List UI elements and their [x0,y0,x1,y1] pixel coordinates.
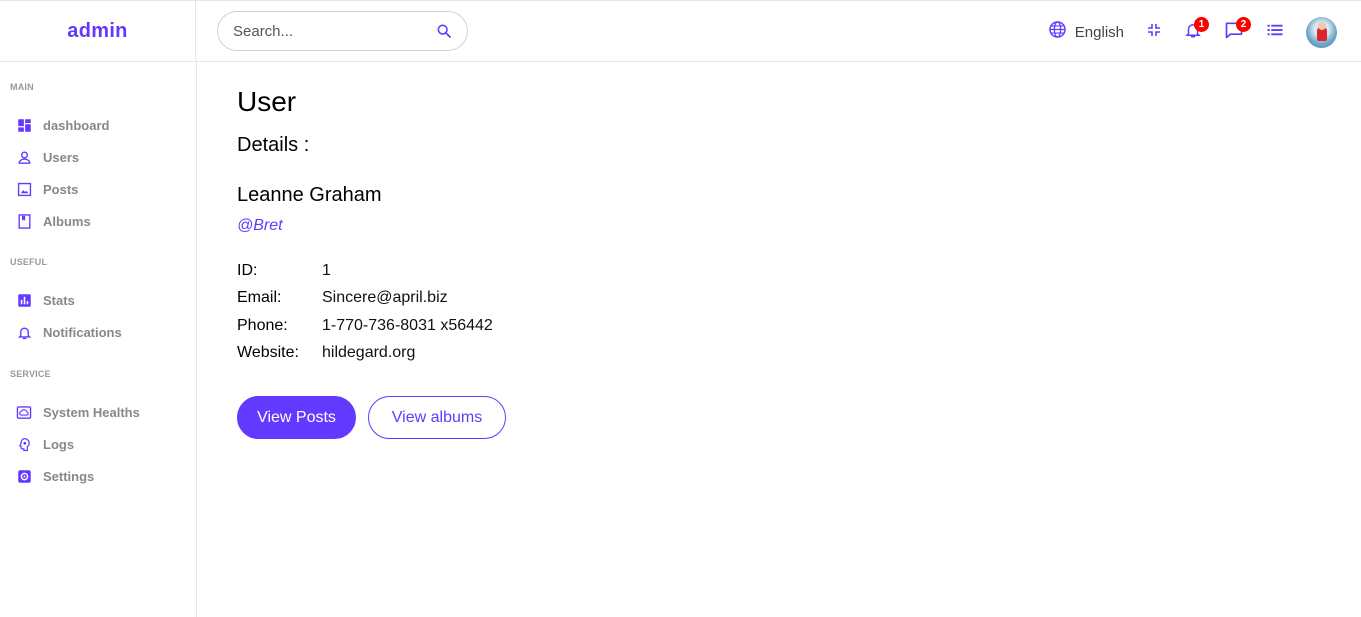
sidebar-item-label: Posts [43,181,79,197]
globe-icon [1048,20,1067,44]
notifications-badge: 1 [1194,17,1209,32]
detail-key: Website: [237,344,299,361]
sidebar-item-system-healths[interactable]: System Healths [16,402,140,422]
language-label: English [1074,23,1124,41]
detail-row-id: ID: 1 [237,262,331,280]
logo-container: admin [0,1,196,62]
bell-icon [16,324,32,340]
sidebar-item-settings[interactable]: Settings [16,466,94,486]
messages-badge: 2 [1236,17,1251,32]
sidebar-item-label: Notifications [43,324,122,340]
sidebar: MAIN dashboard Users Posts Albums USEFUL… [0,62,197,617]
sidebar-section-service: SERVICE [10,369,51,379]
detail-value: hildegard.org [322,344,416,361]
details-heading: Details : [237,134,310,156]
fullscreen-exit-icon [1146,22,1162,43]
sidebar-item-stats[interactable]: Stats [16,290,75,310]
fullscreen-exit-button[interactable] [1146,15,1162,49]
detail-key: Email: [237,289,282,306]
sidebar-item-label: System Healths [43,404,140,420]
detail-row-email: Email: Sincere@april.biz [237,289,448,307]
notifications-button[interactable]: 1 [1184,15,1209,49]
dashboard-icon [16,117,32,133]
list-icon [1266,21,1284,44]
user-name: Leanne Graham [237,184,382,206]
top-navbar: admin English 1 2 [0,0,1361,62]
settings-icon [16,468,32,484]
sidebar-item-logs[interactable]: Logs [16,434,74,454]
avatar-button[interactable] [1306,15,1337,49]
detail-value: Sincere@april.biz [322,289,448,306]
topbar-items: English 1 2 [1048,15,1337,49]
search-bar [217,11,468,51]
person-icon [16,149,32,165]
view-posts-button[interactable]: View Posts [237,396,356,439]
sidebar-item-notifications[interactable]: Notifications [16,322,122,342]
sidebar-item-label: Settings [43,468,95,484]
search-input[interactable] [233,22,435,40]
image-icon [16,181,32,197]
page-title: User [237,86,297,117]
app-logo[interactable]: admin [67,20,127,43]
sidebar-item-label: Albums [43,213,91,229]
user-handle: @Bret [237,217,283,234]
view-albums-button[interactable]: View albums [368,396,506,439]
detail-key: ID: [237,262,258,279]
sidebar-section-main: MAIN [10,82,34,92]
sidebar-item-posts[interactable]: Posts [16,179,78,199]
cloud-monitor-icon [16,404,32,420]
search-icon[interactable] [435,22,453,40]
sidebar-item-label: dashboard [43,117,110,133]
sidebar-item-users[interactable]: Users [16,147,79,167]
language-selector[interactable]: English [1048,15,1124,49]
sidebar-item-dashboard[interactable]: dashboard [16,115,109,135]
avatar [1306,16,1337,48]
detail-row-phone: Phone: 1-770-736-8031 x56442 [237,317,493,335]
brain-icon [16,436,32,452]
sidebar-section-useful: USEFUL [10,257,48,267]
album-icon [16,213,32,229]
list-menu-button[interactable] [1266,15,1284,49]
bar-chart-icon [16,292,32,308]
messages-button[interactable]: 2 [1224,15,1251,49]
sidebar-item-label: Logs [43,436,75,452]
sidebar-item-albums[interactable]: Albums [16,211,91,231]
detail-row-website: Website: hildegard.org [237,344,415,362]
sidebar-item-label: Users [43,149,80,165]
detail-key: Phone: [237,317,288,334]
detail-value: 1-770-736-8031 x56442 [322,317,493,334]
sidebar-item-label: Stats [43,292,75,308]
detail-value: 1 [322,262,331,279]
